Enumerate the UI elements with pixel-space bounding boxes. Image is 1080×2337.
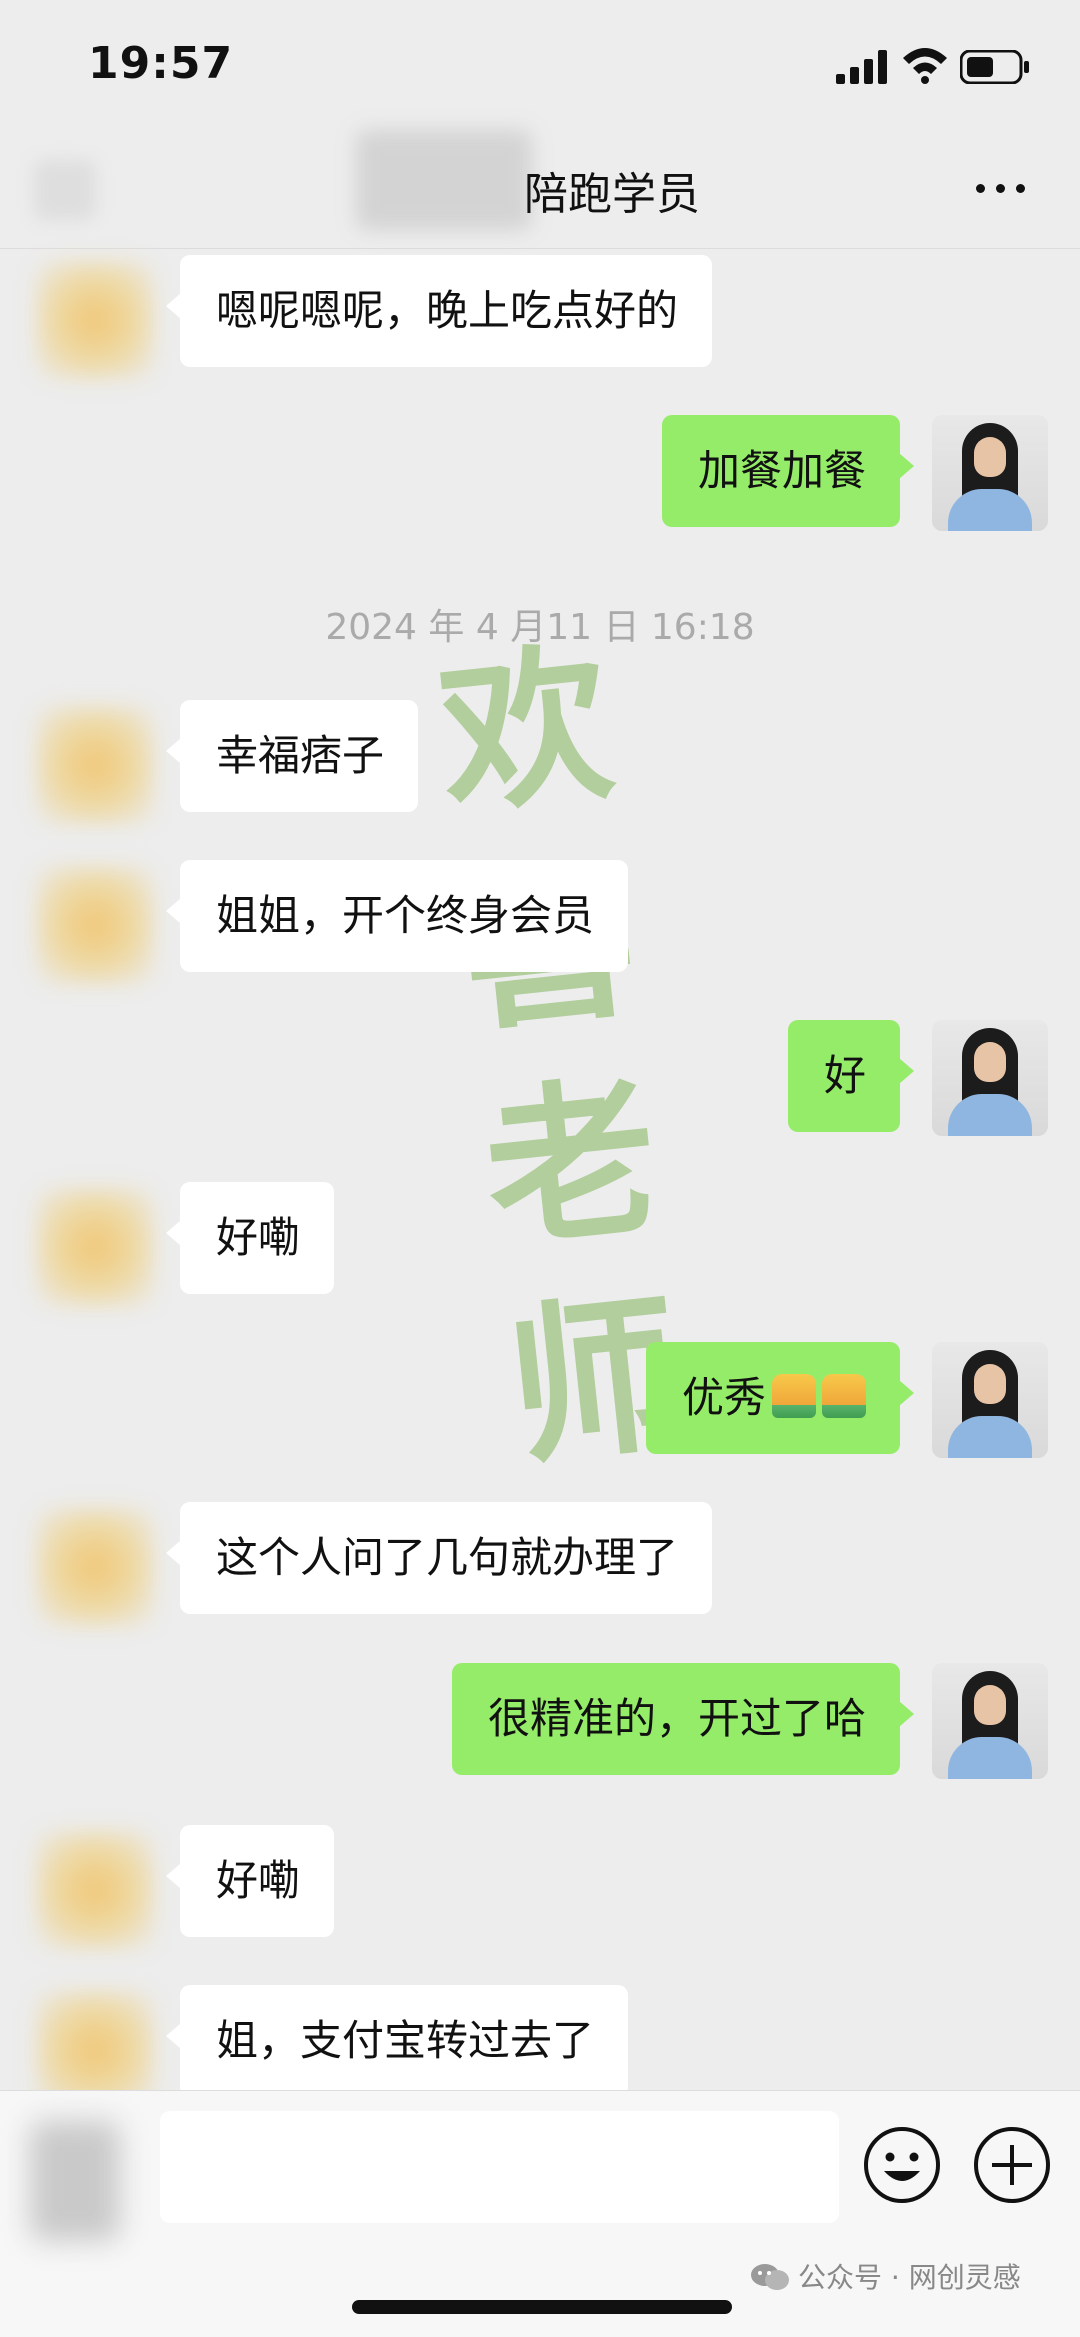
more-icon[interactable] — [972, 164, 1032, 214]
message-input[interactable] — [160, 2111, 839, 2223]
status-time: 19:57 — [88, 38, 234, 89]
message-bubble-incoming[interactable]: 好嘞 — [165, 1182, 335, 1294]
voice-button[interactable] — [30, 2121, 120, 2241]
message-bubble-outgoing[interactable]: 好 — [787, 1020, 915, 1132]
back-button[interactable] — [34, 160, 96, 220]
contact-avatar[interactable] — [36, 1188, 154, 1306]
message-text: 优秀 — [681, 1373, 766, 1422]
status-bar: 19:57 — [0, 0, 1080, 130]
thumbs-up-icon — [772, 1374, 816, 1418]
home-indicator — [352, 2300, 732, 2314]
message-bubble-incoming[interactable]: 姐，支付宝转过去了 — [165, 1985, 629, 2097]
my-avatar[interactable] — [932, 415, 1048, 531]
signal-icon — [836, 50, 887, 84]
redacted-name — [356, 130, 532, 230]
emoji-icon[interactable] — [862, 2125, 942, 2205]
chat-title: 陪跑学员 — [524, 169, 700, 220]
wifi-icon — [903, 48, 947, 84]
my-avatar[interactable] — [932, 1663, 1048, 1779]
message-bubble-incoming[interactable]: 姐姐，开个终身会员 — [165, 860, 629, 972]
attribution-text: 公众号 · 网创灵感 — [798, 2261, 1021, 2294]
message-bubble-incoming[interactable]: 嗯呢嗯呢，晚上吃点好的 — [165, 255, 713, 367]
battery-icon — [960, 50, 1029, 84]
contact-avatar[interactable] — [36, 261, 154, 379]
chat-header: 陪跑学员 — [0, 130, 1080, 249]
contact-avatar[interactable] — [36, 1508, 154, 1626]
message-bubble-outgoing[interactable]: 很精准的，开过了哈 — [451, 1663, 915, 1775]
plus-icon[interactable] — [972, 2125, 1052, 2205]
contact-avatar[interactable] — [36, 1831, 154, 1949]
contact-avatar[interactable] — [36, 866, 154, 984]
message-bubble-outgoing[interactable]: 优秀 — [645, 1342, 915, 1454]
my-avatar[interactable] — [932, 1342, 1048, 1458]
contact-avatar[interactable] — [36, 706, 154, 824]
message-bubble-incoming[interactable]: 这个人问了几句就办理了 — [165, 1502, 713, 1614]
message-bubble-outgoing[interactable]: 加餐加餐 — [661, 415, 915, 527]
wechat-icon — [751, 2264, 789, 2290]
message-bubble-incoming[interactable]: 幸福痞子 — [165, 700, 419, 812]
attribution: 公众号 · 网创灵感 — [750, 2256, 1021, 2296]
thumbs-up-icon — [822, 1374, 866, 1418]
my-avatar[interactable] — [932, 1020, 1048, 1136]
message-bubble-incoming[interactable]: 好嘞 — [165, 1825, 335, 1937]
message-timestamp: 2024 年 4 月11 日 16:18 — [325, 607, 755, 648]
